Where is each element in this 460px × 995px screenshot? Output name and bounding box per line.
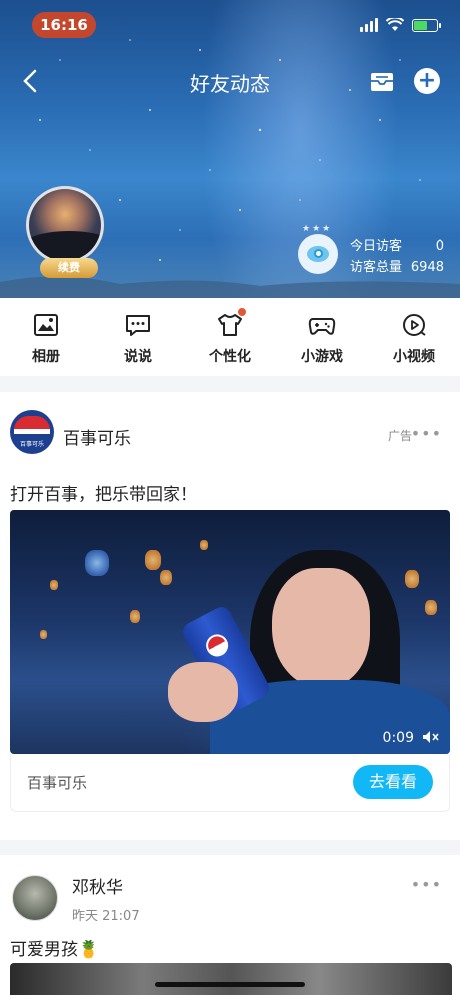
menu-item-moments[interactable]: 说说: [92, 298, 184, 376]
total-visitors-label: 访客总量: [350, 260, 403, 275]
visitor-stats[interactable]: 今日访客 0 访客总量 6948: [350, 236, 444, 278]
video-duration: 0:09: [382, 730, 414, 746]
notification-dot: [238, 308, 246, 316]
ad-card: 百事可乐 百事可乐 广告 ••• 打开百事，把乐带回家！ 0:09 百事可乐 去…: [0, 392, 460, 840]
total-visitors-value: 6948: [410, 260, 444, 275]
ad-video-player[interactable]: 0:09: [10, 510, 450, 754]
today-visitors-value: 0: [435, 239, 444, 254]
chat-bubble-icon: [126, 315, 150, 336]
cellular-signal-icon: [360, 18, 378, 32]
post-author-name[interactable]: 邓秋华: [72, 873, 123, 898]
ad-tag: 广告: [387, 429, 412, 443]
menu-item-album[interactable]: 相册: [0, 298, 92, 376]
today-visitors-label: 今日访客: [350, 239, 403, 254]
add-post-icon[interactable]: +: [414, 68, 440, 94]
ad-footer: 百事可乐 去看看: [10, 754, 450, 812]
view-more-button[interactable]: 去看看: [353, 765, 433, 799]
pepsi-logo[interactable]: 百事可乐: [10, 410, 54, 454]
vip-renew-badge[interactable]: 续费: [40, 258, 98, 278]
post-text: 可爱男孩🍍: [10, 940, 100, 960]
status-bar: 16:16: [0, 0, 460, 48]
cover-header: 16:16 好友动态 + 续费 ★★★ 今日访客 0 访客总量 6948: [0, 0, 460, 298]
more-options-icon[interactable]: •••: [411, 424, 442, 443]
avatar[interactable]: [26, 186, 104, 264]
video-play-icon: [403, 314, 426, 336]
mute-icon[interactable]: [422, 730, 440, 744]
battery-icon: [412, 18, 441, 32]
eye-icon[interactable]: [298, 234, 338, 274]
home-indicator: [155, 982, 305, 987]
post-author-avatar[interactable]: [12, 875, 58, 921]
photo-album-icon: [34, 314, 58, 336]
ad-brand-name[interactable]: 百事可乐: [63, 424, 131, 449]
message-inbox-icon[interactable]: [368, 68, 396, 96]
gamepad-icon: [308, 318, 336, 335]
navigation-bar: 好友动态 +: [0, 60, 460, 104]
menu-item-personalize[interactable]: 个性化: [184, 298, 276, 376]
quick-menu: 相册 说说 个性化 小游戏 小视频: [0, 298, 460, 376]
wifi-icon: [386, 18, 404, 31]
post-image[interactable]: [10, 963, 452, 995]
ad-caption: 打开百事，把乐带回家！: [10, 485, 197, 505]
status-time: 16:16: [32, 12, 96, 38]
ad-footer-brand: 百事可乐: [27, 774, 88, 792]
post-timestamp: 昨天 21:07: [72, 909, 140, 924]
feed-post: 邓秋华 昨天 21:07 ••• 可爱男孩🍍: [0, 855, 460, 995]
t-shirt-icon: [218, 314, 242, 336]
rating-stars-icon: ★★★: [302, 224, 333, 234]
menu-item-games[interactable]: 小游戏: [276, 298, 368, 376]
more-options-icon[interactable]: •••: [411, 875, 442, 894]
menu-item-short-video[interactable]: 小视频: [368, 298, 460, 376]
